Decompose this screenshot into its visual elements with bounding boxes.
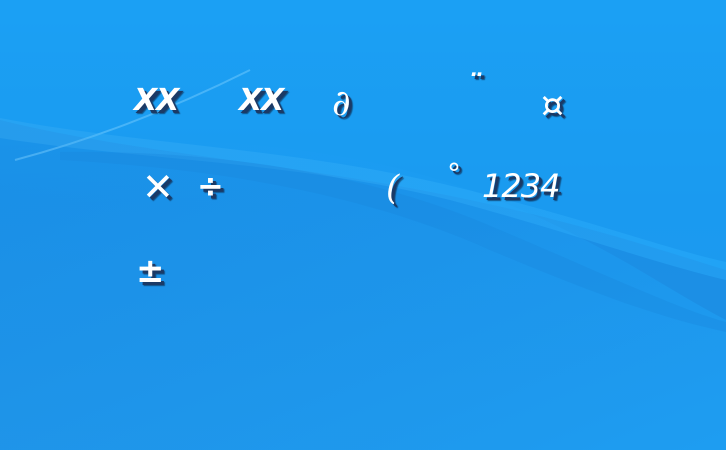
symbol-partial: ∂ xyxy=(332,83,351,124)
symbol-times: ✕ xyxy=(142,165,174,209)
symbol-currency: ¤ xyxy=(541,85,564,126)
symbol-divide: ÷ xyxy=(197,167,224,205)
symbol-degree: ° xyxy=(447,157,461,190)
symbol-plusminus: ± xyxy=(136,251,165,291)
wave-background xyxy=(0,0,726,450)
symbol-number: 1234 xyxy=(482,167,560,205)
symbol-xx-first: XX xyxy=(134,83,179,118)
desktop-canvas: XX XX ∂ ¨ ¤ ✕ ÷ ( ° 1234 ± xyxy=(0,0,726,450)
symbol-diaeresis: ¨ xyxy=(467,69,482,104)
symbol-xx-second: XX xyxy=(239,83,284,118)
symbol-paren: ( xyxy=(386,168,400,208)
